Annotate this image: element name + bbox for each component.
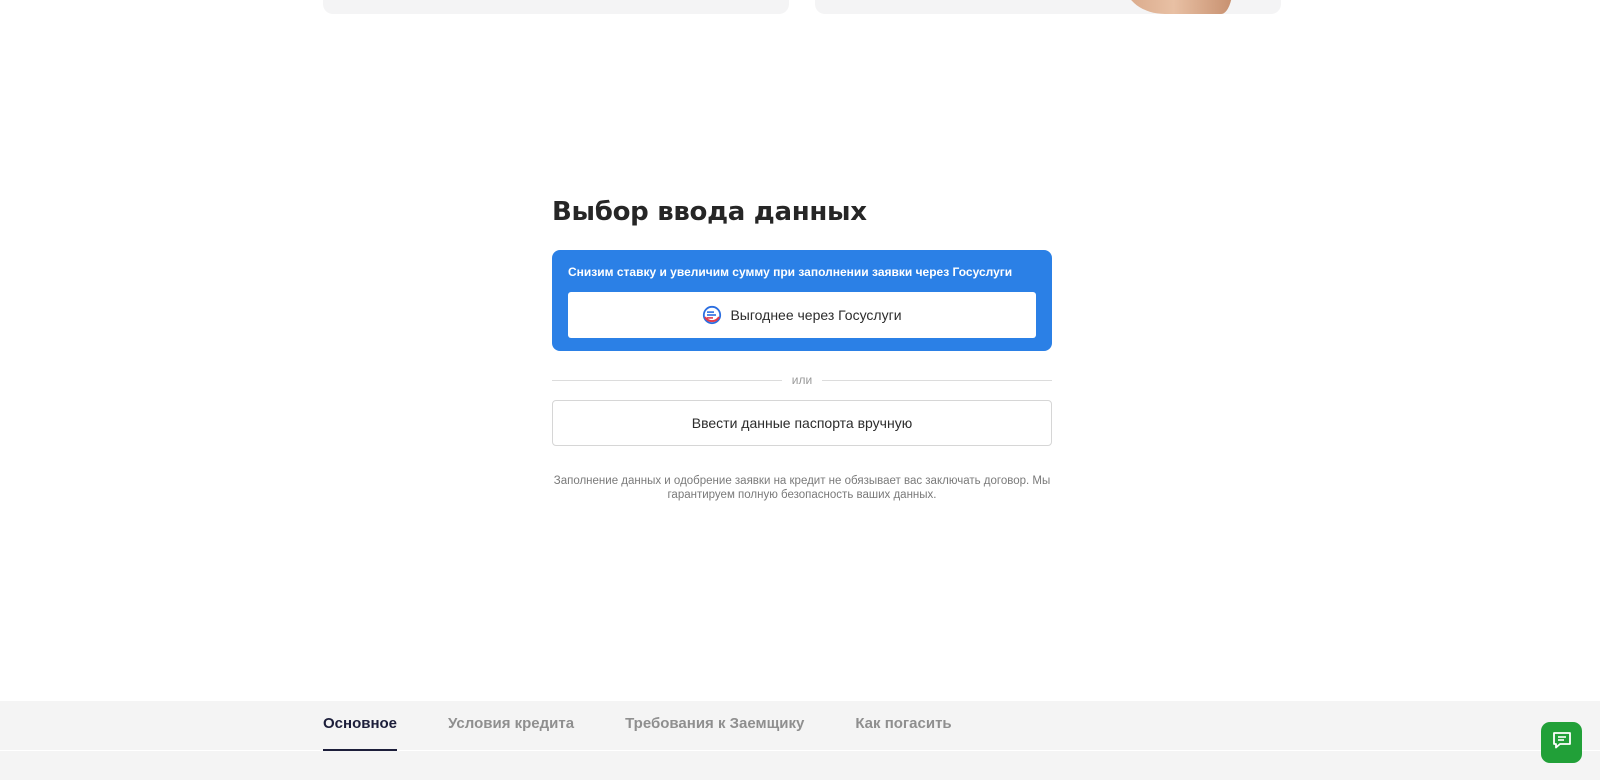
- promo-text: Снизим ставку и увеличим сумму при запол…: [568, 265, 1013, 279]
- tab-credit-terms[interactable]: Условия кредита: [448, 701, 574, 751]
- manual-entry-button[interactable]: Ввести данные паспорта вручную: [552, 400, 1052, 446]
- chat-icon: [1551, 729, 1573, 756]
- section-title: Выбор ввода данных: [552, 197, 867, 227]
- tab-how-to-repay[interactable]: Как погасить: [855, 701, 951, 751]
- page: Выбор ввода данных Снизим ставку и увели…: [0, 0, 1600, 780]
- tab-borrower-requirements[interactable]: Требования к Заемщику: [625, 701, 804, 751]
- divider-line-right: [822, 379, 1053, 381]
- divider-label: или: [791, 373, 813, 387]
- card-photo: [1125, 0, 1233, 14]
- or-divider: или: [552, 371, 1053, 389]
- product-card-right[interactable]: [815, 0, 1281, 14]
- divider-line-left: [552, 379, 782, 381]
- product-card-left[interactable]: [323, 0, 789, 14]
- tab-main[interactable]: Основное: [323, 701, 398, 751]
- gosuslugi-button[interactable]: Выгоднее через Госуслуги: [568, 292, 1036, 338]
- gosuslugi-promo-block: Снизим ставку и увеличим сумму при запол…: [552, 250, 1052, 351]
- section-tabs-bar: Основное Условия кредита Требования к За…: [0, 701, 1600, 780]
- chat-button[interactable]: [1541, 722, 1582, 763]
- gosuslugi-logo-icon: [702, 305, 722, 325]
- gosuslugi-button-label: Выгоднее через Госуслуги: [730, 307, 902, 323]
- data-entry-choice: Выбор ввода данных Снизим ставку и увели…: [552, 192, 1053, 502]
- section-tabs: Основное Условия кредита Требования к За…: [323, 701, 1003, 751]
- disclaimer-text: Заполнение данных и одобрение заявки на …: [553, 475, 1051, 501]
